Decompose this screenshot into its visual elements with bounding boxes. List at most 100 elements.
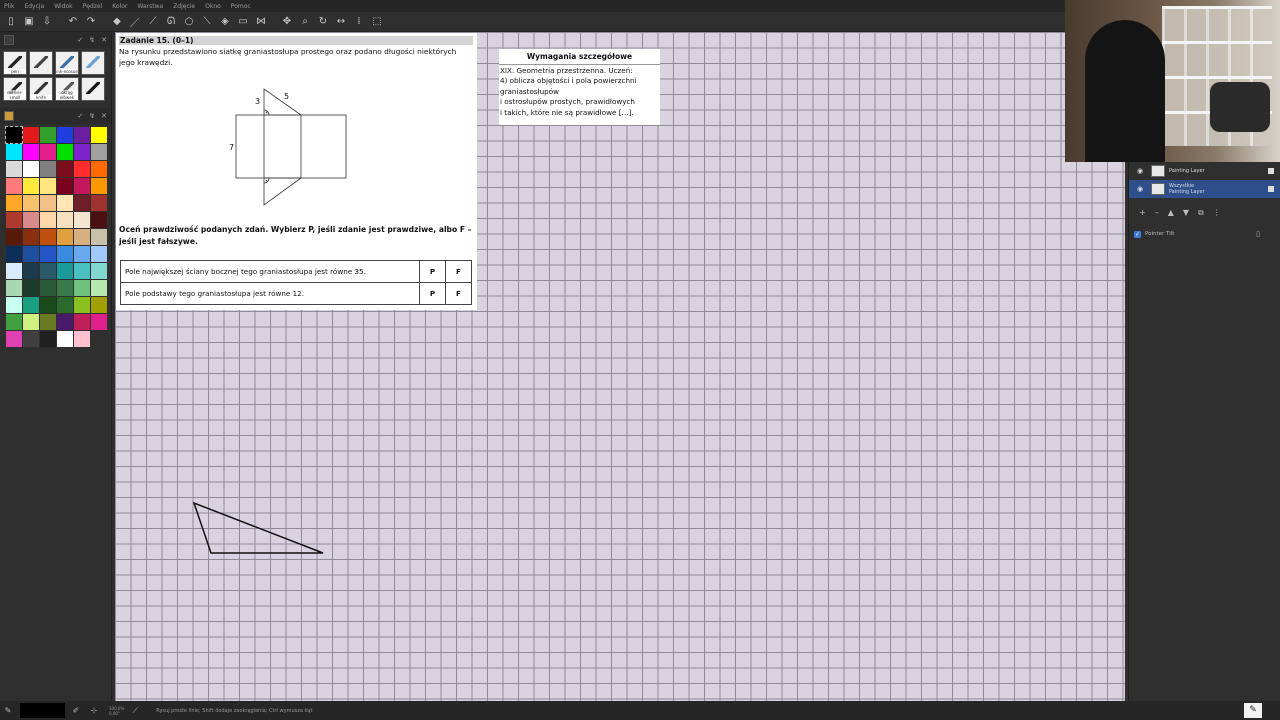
color-swatch[interactable] xyxy=(23,280,39,296)
layer-row[interactable]: ◉ Painting Layer xyxy=(1129,162,1280,180)
color-swatch[interactable] xyxy=(40,161,56,177)
color-swatch[interactable] xyxy=(74,178,90,194)
color-swatch[interactable] xyxy=(74,161,90,177)
color-swatch[interactable] xyxy=(91,263,107,279)
color-swatch[interactable] xyxy=(74,229,90,245)
brush-settings-icon[interactable]: ✐ xyxy=(69,706,83,715)
color-swatch[interactable] xyxy=(91,331,107,347)
color-swatch[interactable] xyxy=(40,212,56,228)
layer-action-button[interactable]: ⧉ xyxy=(1198,208,1204,218)
color-swatch[interactable] xyxy=(57,144,73,160)
brush-docker-icon[interactable] xyxy=(4,35,14,45)
pen-brush-icon[interactable]: pen xyxy=(3,51,27,75)
pointer-tilt-checkbox[interactable]: ✓ xyxy=(1134,230,1141,238)
palette-docker-icon[interactable] xyxy=(4,111,14,121)
color-swatch[interactable] xyxy=(57,127,73,143)
menu-item[interactable]: Okno xyxy=(205,3,221,10)
menu-item[interactable]: Warstwa xyxy=(137,3,163,10)
close-icon[interactable]: ✕ xyxy=(101,36,107,44)
color-swatch[interactable] xyxy=(6,263,22,279)
color-swatch[interactable] xyxy=(57,246,73,262)
color-swatch[interactable] xyxy=(6,212,22,228)
layer-action-button[interactable]: – xyxy=(1155,208,1159,218)
layer-action-button[interactable]: ▲ xyxy=(1168,208,1174,218)
new-file-icon[interactable]: ▯ xyxy=(3,14,19,30)
docker-pin-icon[interactable]: ↯ xyxy=(89,36,95,44)
color-swatch[interactable] xyxy=(6,195,22,211)
color-swatch[interactable] xyxy=(91,144,107,160)
color-swatch[interactable] xyxy=(40,280,56,296)
color-swatch[interactable] xyxy=(6,229,22,245)
color-swatch[interactable] xyxy=(40,127,56,143)
color-swatch[interactable] xyxy=(91,212,107,228)
color-swatch[interactable] xyxy=(6,331,22,347)
airbrush-icon[interactable] xyxy=(81,51,105,75)
lock-icon[interactable] xyxy=(1268,168,1274,174)
color-swatch[interactable] xyxy=(57,229,73,245)
color-swatch[interactable] xyxy=(74,331,90,347)
color-swatch[interactable] xyxy=(91,127,107,143)
color-swatch[interactable] xyxy=(40,178,56,194)
color-swatch[interactable] xyxy=(40,263,56,279)
color-swatch[interactable] xyxy=(6,161,22,177)
lasso-icon[interactable]: ᘏ xyxy=(163,14,179,30)
round-pencil-brush-icon[interactable]: okrąg ołówek xyxy=(55,77,79,101)
color-swatch[interactable] xyxy=(57,263,73,279)
export-icon[interactable]: ⇩ xyxy=(39,14,55,30)
marker-brush-icon[interactable]: marker-small xyxy=(3,77,27,101)
layer-row[interactable]: ◉ Wszystkie Painting Layer xyxy=(1129,180,1280,198)
pin-icon[interactable]: ⊹ xyxy=(87,706,101,715)
menu-item[interactable]: Widok xyxy=(54,3,72,10)
color-swatch[interactable] xyxy=(57,212,73,228)
layer-action-button[interactable]: ▼ xyxy=(1183,208,1189,218)
ink-brush-icon[interactable]: ink-ecosue xyxy=(55,51,79,75)
color-swatch[interactable] xyxy=(23,127,39,143)
select-icon[interactable]: ⬚ xyxy=(369,14,385,30)
color-swatch[interactable] xyxy=(91,178,107,194)
color-swatch[interactable] xyxy=(23,161,39,177)
color-swatch[interactable] xyxy=(23,331,39,347)
color-swatch[interactable] xyxy=(6,144,22,160)
menu-item[interactable]: Pomoc xyxy=(231,3,251,10)
save-icon[interactable]: ▣ xyxy=(21,14,37,30)
menu-item[interactable]: Kolor xyxy=(112,3,127,10)
color-swatch[interactable] xyxy=(23,178,39,194)
symmetry-icon[interactable]: ⋈ xyxy=(253,14,269,30)
color-swatch[interactable] xyxy=(91,229,107,245)
current-color-swatch[interactable] xyxy=(20,703,65,718)
color-swatch[interactable] xyxy=(40,195,56,211)
color-swatch[interactable] xyxy=(40,144,56,160)
menu-item[interactable]: Edycja xyxy=(24,3,44,10)
move-icon[interactable]: ✥ xyxy=(279,14,295,30)
color-swatch[interactable] xyxy=(40,314,56,330)
color-swatch[interactable] xyxy=(74,263,90,279)
layer-action-button[interactable]: ⋮ xyxy=(1213,208,1221,218)
eye-icon[interactable]: ◉ xyxy=(1137,167,1147,175)
menu-item[interactable]: Plik xyxy=(4,3,14,10)
color-swatch[interactable] xyxy=(40,246,56,262)
pen-icon[interactable]: ／ xyxy=(127,14,143,30)
color-swatch[interactable] xyxy=(5,126,23,144)
color-swatch[interactable] xyxy=(91,280,107,296)
color-swatch[interactable] xyxy=(23,229,39,245)
color-swatch[interactable] xyxy=(57,195,73,211)
color-swatch[interactable] xyxy=(74,144,90,160)
color-swatch[interactable] xyxy=(6,280,22,296)
color-swatch[interactable] xyxy=(74,195,90,211)
color-swatch[interactable] xyxy=(74,212,90,228)
color-swatch[interactable] xyxy=(57,161,73,177)
knife-brush-icon[interactable]: knife xyxy=(29,77,53,101)
docker-pin-icon[interactable]: ↯ xyxy=(89,112,95,120)
color-swatch[interactable] xyxy=(91,246,107,262)
color-swatch[interactable] xyxy=(57,297,73,313)
color-swatch[interactable] xyxy=(91,297,107,313)
zoom-icon[interactable]: ⌕ xyxy=(297,14,313,30)
color-swatch[interactable] xyxy=(23,212,39,228)
docker-float-icon[interactable]: ✓ xyxy=(77,112,83,120)
color-swatch[interactable] xyxy=(23,297,39,313)
close-icon[interactable]: ✕ xyxy=(101,112,107,120)
eraser-icon[interactable]: ◆ xyxy=(109,14,125,30)
lock-icon[interactable] xyxy=(1268,186,1274,192)
drawing-canvas[interactable]: Zadanie 15. (0–1) Na rysunku przedstawio… xyxy=(115,32,1125,701)
layer-action-button[interactable]: + xyxy=(1139,208,1146,218)
